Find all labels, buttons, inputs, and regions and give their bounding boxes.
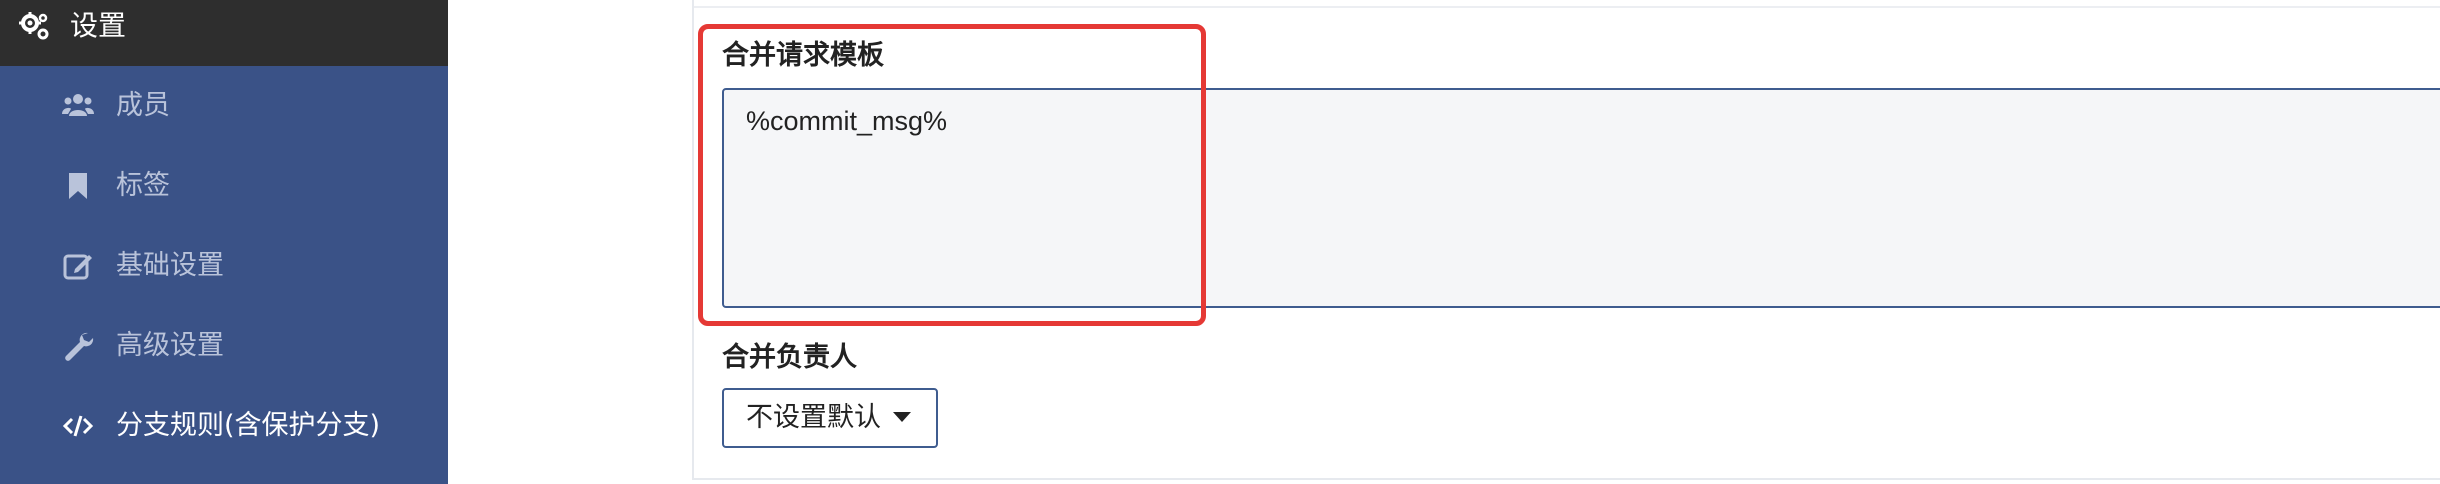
sidebar-item-tags[interactable]: 标签	[0, 156, 448, 216]
sidebar-item-label: 基础设置	[116, 250, 224, 281]
sidebar-item-label: 高级设置	[116, 330, 224, 361]
bookmark-icon	[69, 173, 87, 199]
edit-icon	[63, 254, 92, 280]
gears-icon	[19, 12, 49, 40]
sidebar-header-label: 设置	[70, 9, 127, 42]
divider	[694, 6, 2440, 8]
wrench-icon	[65, 332, 94, 361]
sidebar-header[interactable]: 设置	[0, 0, 448, 66]
sidebar: 设置 成员 标签 基础设置 高级设置 分支规则(含保护分支)	[0, 0, 448, 484]
code-icon	[62, 415, 94, 437]
caret-down-icon	[893, 412, 911, 422]
sidebar-item-label: 成员	[116, 90, 170, 121]
sidebar-item-label: 分支规则(含保护分支)	[116, 410, 381, 441]
merge-owner-label: 合并负责人	[722, 342, 857, 373]
merge-template-textarea[interactable]: %commit_msg%	[722, 88, 2440, 308]
sidebar-item-advanced-settings[interactable]: 高级设置	[0, 316, 448, 376]
merge-owner-selected-value: 不设置默认	[746, 402, 881, 433]
merge-template-label: 合并请求模板	[722, 40, 884, 71]
settings-page: 设置 成员 标签 基础设置 高级设置 分支规则(含保护分支) 合并请求模板 %c…	[0, 0, 2440, 484]
sidebar-item-basic-settings[interactable]: 基础设置	[0, 236, 448, 296]
merge-owner-select[interactable]: 不设置默认	[722, 388, 938, 448]
sidebar-item-branch-rules[interactable]: 分支规则(含保护分支)	[0, 396, 448, 456]
sidebar-item-label: 标签	[116, 170, 170, 201]
users-icon	[62, 94, 94, 116]
sidebar-item-members[interactable]: 成员	[0, 76, 448, 136]
